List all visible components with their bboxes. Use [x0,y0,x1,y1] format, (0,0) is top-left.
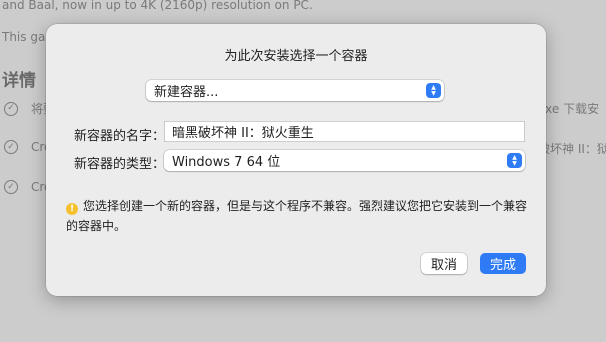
check-circle-icon: ✓ [4,101,18,116]
install-container-dialog: 为此次安装选择一个容器 新建容器... ▲▼ 新容器的名字： 新容器的类型： W… [46,24,546,296]
background-list-item-right: exe 下载安 [538,102,600,116]
compatibility-warning: ! 您选择创建一个新的容器，但是与这个程序不兼容。强烈建议您把它安装到一个兼容的容… [66,196,528,236]
background-list-item: ✓ Cro [4,140,51,154]
check-circle-icon: ✓ [4,180,18,194]
container-select[interactable]: 新建容器... ▲ ▼ [146,80,444,101]
popup-stepper-icon: ▲ ▼ [507,153,522,168]
container-type-value: Windows 7 64 位 [172,155,281,170]
popup-stepper-icon: ▲ ▼ [426,83,441,98]
container-type-label: 新容器的类型： [74,157,166,172]
container-select-value: 新建容器... [154,85,219,100]
dialog-title: 为此次安装选择一个容器 [224,49,368,64]
warning-icon: ! [66,203,78,215]
background-list-item-right: 破坏神 II：狱 [538,142,606,156]
background-description-2: This ga [2,30,46,44]
warning-text: 您选择创建一个新的容器，但是与这个程序不兼容。强烈建议您把它安装到一个兼容的容器… [66,199,528,233]
done-button[interactable]: 完成 [480,253,526,274]
check-circle-icon: ✓ [4,140,18,154]
container-name-label: 新容器的名字： [74,129,166,144]
background-description: and Baal, now in up to 4K (2160p) resolu… [2,0,313,12]
background-list-item: ✓ Cro [4,180,51,194]
background-details-heading: 详情 [2,71,36,91]
container-name-input[interactable] [164,121,525,142]
cancel-button[interactable]: 取消 [421,253,467,274]
container-type-select[interactable]: Windows 7 64 位 ▲ ▼ [164,150,525,171]
